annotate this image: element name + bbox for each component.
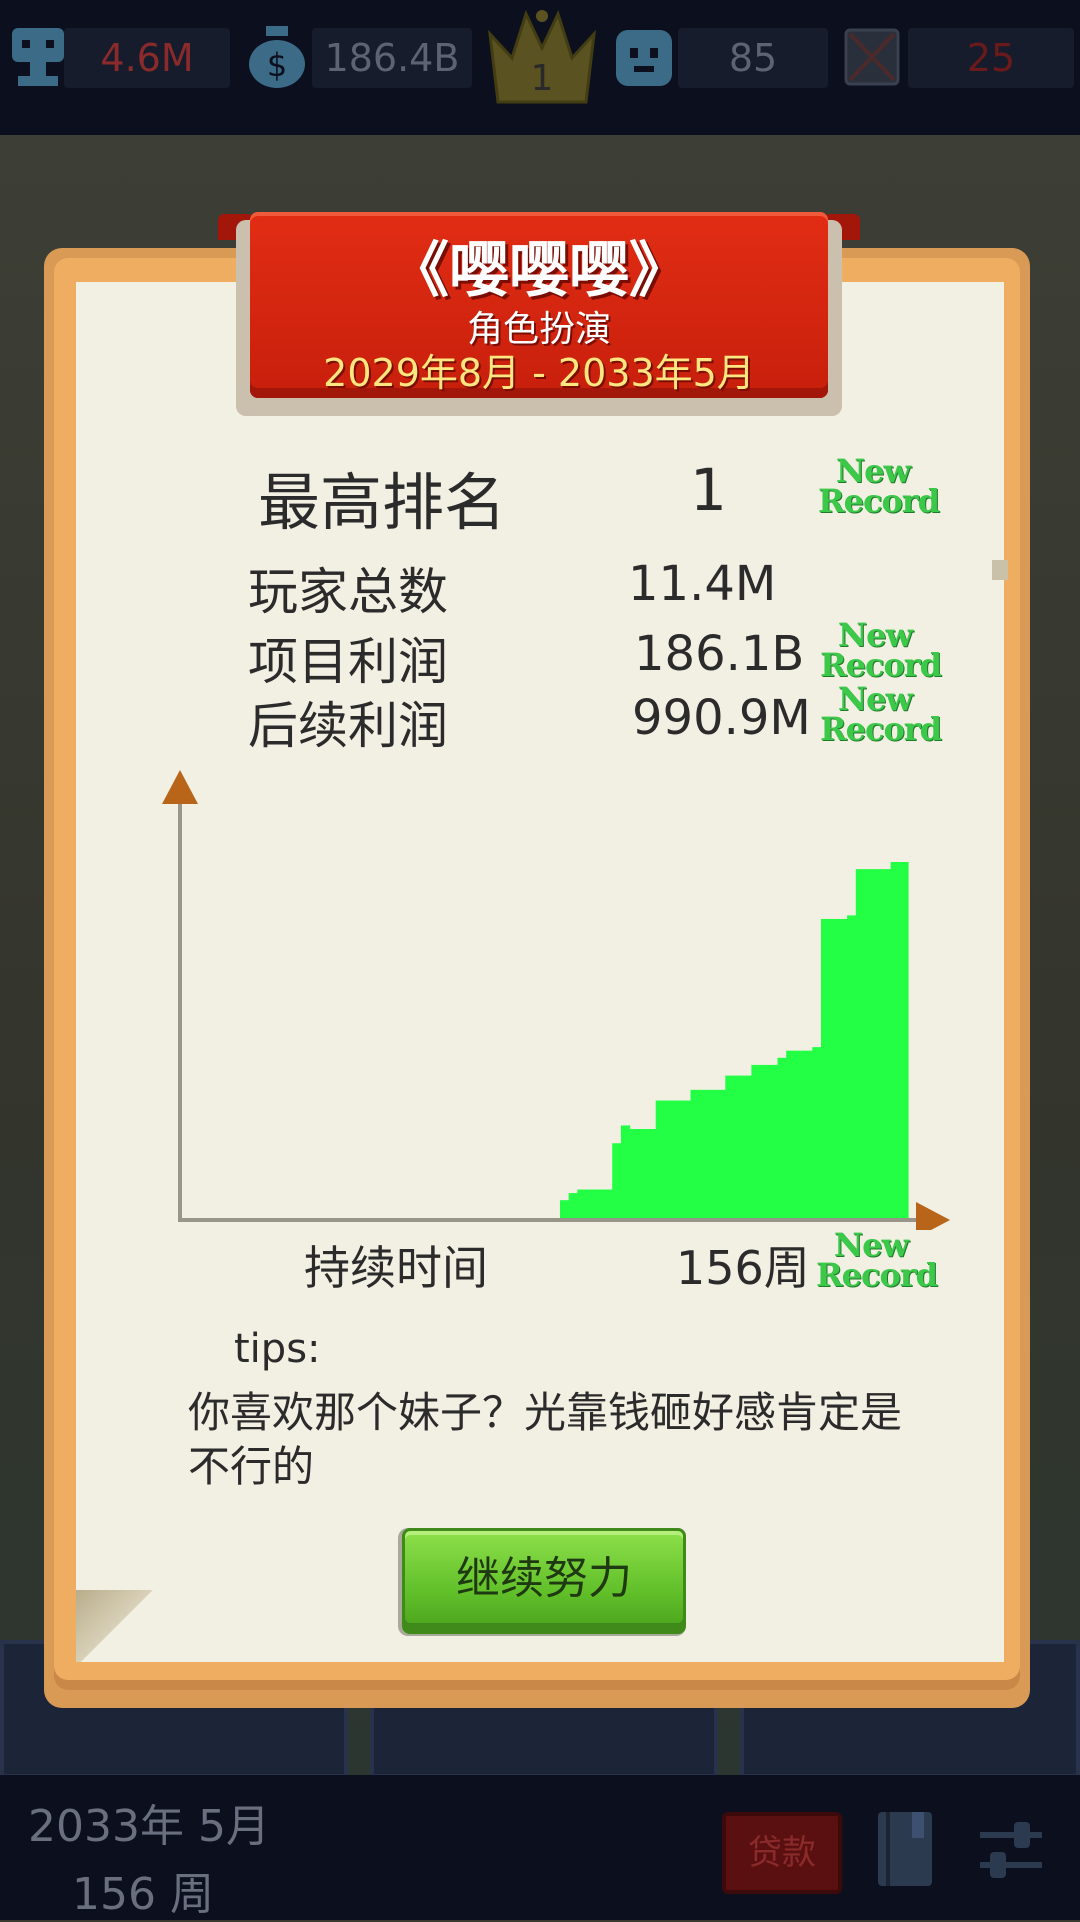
chart-bar xyxy=(855,869,866,1218)
chart-bar xyxy=(803,1050,813,1218)
settings-sliders-icon[interactable] xyxy=(976,1818,1046,1882)
staff-face-icon xyxy=(612,22,676,96)
chart-bar xyxy=(794,1050,805,1218)
chart-bar xyxy=(716,1089,726,1218)
current-week: 156 周 xyxy=(72,1869,214,1920)
new-record-badge: New Record xyxy=(820,680,942,748)
profit-value: 186.1B xyxy=(634,626,805,682)
paper-corner-fold xyxy=(76,1590,156,1662)
best-rank-value: 1 xyxy=(690,456,727,524)
x-axis-arrow-icon xyxy=(916,1202,950,1230)
chart-bar xyxy=(899,862,909,1218)
continue-button[interactable]: 继续努力 xyxy=(402,1528,686,1634)
chart-bar xyxy=(707,1089,718,1218)
chart-bar xyxy=(751,1064,761,1218)
book-icon[interactable] xyxy=(872,1808,938,1892)
chart-bar xyxy=(890,862,900,1218)
chart-bar xyxy=(725,1075,735,1218)
game-title: 《嘤嘤嘤》 xyxy=(389,236,689,306)
chart-bar xyxy=(638,1129,648,1218)
chart-bar xyxy=(681,1100,692,1218)
sales-chart xyxy=(162,770,950,1230)
bugs-cell: 25 xyxy=(908,28,1074,88)
staff-cell: 85 xyxy=(678,28,828,88)
chart-bar xyxy=(742,1075,752,1218)
chart-bar xyxy=(881,869,892,1218)
chart-bar xyxy=(612,1143,622,1218)
chart-bar xyxy=(647,1129,657,1218)
current-date: 2033年 5月 xyxy=(28,1801,270,1852)
chart-bar xyxy=(760,1064,770,1218)
tips-label: tips: xyxy=(234,1326,321,1372)
chart-bars xyxy=(560,862,909,1218)
loan-button[interactable]: 贷款 xyxy=(722,1812,842,1894)
chart-bar xyxy=(673,1100,683,1218)
money-bag-icon: $ xyxy=(244,22,310,96)
top-status-bar: 4.6M $ 186.4B 1 85 25 xyxy=(0,0,1080,135)
chart-bar xyxy=(560,1200,570,1218)
chart-bar xyxy=(664,1100,674,1218)
chart-bar xyxy=(847,915,857,1218)
fans-value: 4.6M xyxy=(100,36,194,80)
staff-value: 85 xyxy=(728,36,778,80)
rank-value: 1 xyxy=(530,58,554,99)
fans-icon xyxy=(8,22,68,96)
chart-bar xyxy=(768,1064,779,1218)
svg-text:$: $ xyxy=(267,46,287,84)
money-value: 186.4B xyxy=(324,36,460,80)
chart-bar xyxy=(699,1089,709,1218)
best-rank-label: 最高排名 xyxy=(258,466,507,539)
chart-bar xyxy=(873,869,883,1218)
new-record-badge: New Record xyxy=(816,1226,938,1294)
chart-bar xyxy=(568,1193,578,1218)
duration-label: 持续时间 xyxy=(304,1241,488,1295)
paper-corner-fold xyxy=(992,560,1008,580)
chart-bar xyxy=(629,1129,639,1218)
chart-bar xyxy=(777,1057,787,1218)
chart-bar xyxy=(603,1189,613,1218)
chart-bar xyxy=(577,1189,587,1218)
chart-bar xyxy=(690,1089,700,1218)
chart-bar xyxy=(821,918,831,1218)
duration-value: 156周 xyxy=(676,1241,810,1295)
money-cell: 186.4B xyxy=(312,28,472,88)
after-profit-label: 后续利润 xyxy=(248,697,448,755)
players-label: 玩家总数 xyxy=(248,563,448,621)
chart-bar xyxy=(586,1189,596,1218)
players-value: 11.4M xyxy=(628,556,777,612)
y-axis-arrow-icon xyxy=(162,770,198,804)
chart-bar xyxy=(812,1047,822,1218)
chart-bar xyxy=(655,1100,665,1218)
game-period: 2029年8月 - 2033年5月 xyxy=(323,351,755,395)
bug-box-icon xyxy=(842,26,902,92)
chart-bar xyxy=(734,1075,744,1218)
chart-bar xyxy=(594,1189,605,1218)
chart-bar xyxy=(786,1050,796,1218)
chart-bar xyxy=(864,869,874,1218)
chart-bar xyxy=(620,1125,631,1218)
new-record-badge: New Record xyxy=(818,452,940,520)
new-record-badge: New Record xyxy=(820,616,942,684)
chart-bar xyxy=(829,918,839,1218)
tips-text: 你喜欢那个妹子？光靠钱砸好感肯定是不行的 xyxy=(188,1388,903,1491)
bugs-value: 25 xyxy=(966,36,1016,80)
fans-cell: 4.6M xyxy=(64,28,230,88)
chart-bar xyxy=(838,918,848,1218)
after-profit-value: 990.9M xyxy=(632,690,811,746)
profit-label: 项目利润 xyxy=(248,633,448,691)
